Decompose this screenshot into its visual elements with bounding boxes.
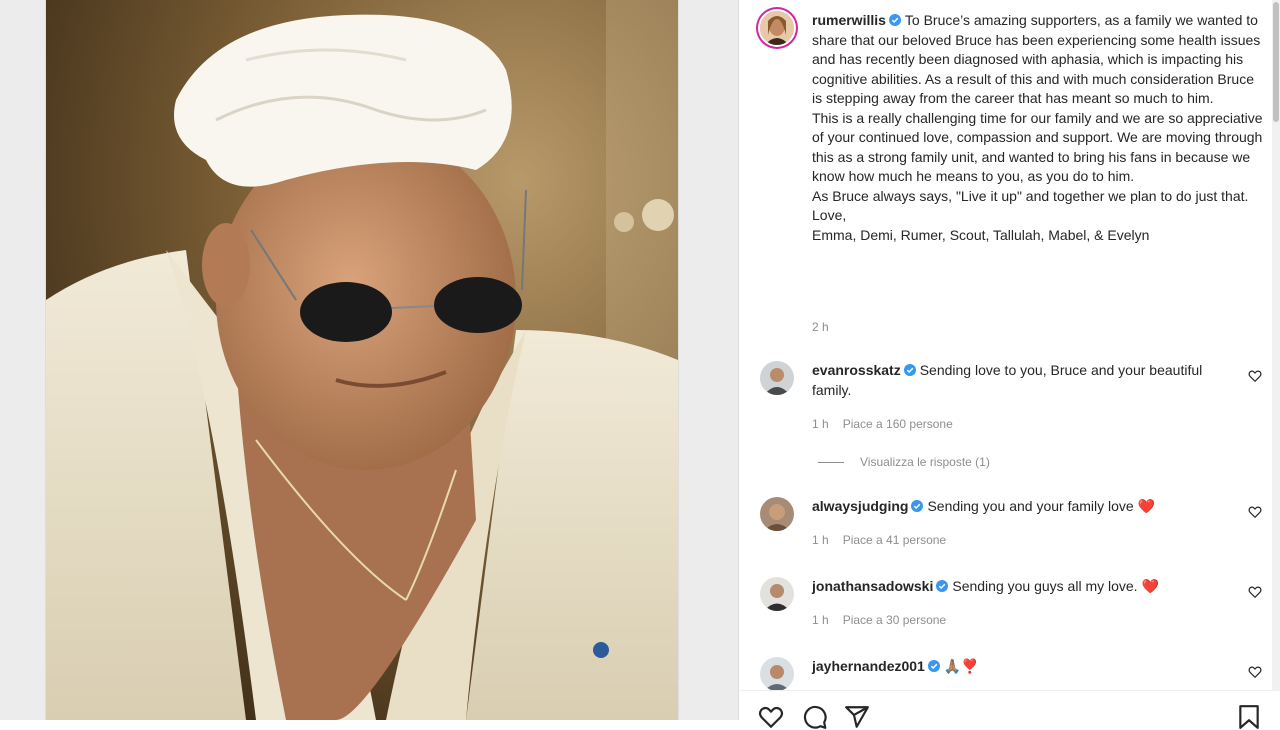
share-icon[interactable] <box>844 704 870 730</box>
caption-paragraph: This is a really challenging time for ou… <box>812 109 1263 185</box>
comment-likes[interactable]: Piace a 41 persone <box>843 533 946 547</box>
heart-icon[interactable] <box>1248 585 1262 599</box>
comment: alwaysjudging Sending you and your family… <box>760 497 1270 557</box>
caption-paragraph: Emma, Demi, Rumer, Scout, Tallulah, Mabe… <box>812 226 1150 243</box>
heart-icon[interactable] <box>1248 665 1262 679</box>
caption-paragraph: As Bruce always says, "Live it up" and t… <box>812 187 1249 204</box>
post-photo-pane <box>0 0 738 720</box>
comment-icon[interactable] <box>802 704 828 730</box>
comment-body: jonathansadowski Sending you guys all my … <box>812 577 1232 597</box>
comment: evanrosskatz Sending love to you, Bruce a… <box>760 361 1270 441</box>
comment: jonathansadowski Sending you guys all my … <box>760 577 1270 637</box>
comment-likes[interactable]: Piace a 160 persone <box>843 417 953 431</box>
comment-time[interactable]: 1 h <box>812 533 829 547</box>
comment-username[interactable]: evanrosskatz <box>812 362 901 378</box>
comment-username[interactable]: jayhernandez001 <box>812 658 925 674</box>
comment-meta: 1 h Piace a 30 persone <box>812 613 960 627</box>
heart-icon[interactable] <box>1248 505 1262 519</box>
comments-scroll-area[interactable]: rumerwillis To Bruce’s amazing supporters… <box>740 0 1272 690</box>
replies-line <box>818 461 844 463</box>
scrollbar[interactable] <box>1272 0 1280 690</box>
verified-icon <box>927 660 940 672</box>
verified-icon <box>936 580 949 592</box>
comment: jayhernandez001 🙏🏽❣️ <box>760 657 1270 690</box>
comment-body: jayhernandez001 🙏🏽❣️ <box>812 657 1232 677</box>
heart-icon[interactable] <box>758 704 784 730</box>
author-avatar[interactable] <box>760 11 794 45</box>
verified-icon <box>911 500 924 512</box>
scrollbar-thumb[interactable] <box>1273 2 1279 122</box>
author-username[interactable]: rumerwillis <box>812 12 886 28</box>
comment-text: 🙏🏽❣️ <box>943 658 979 674</box>
comment-body: alwaysjudging Sending you and your family… <box>812 497 1232 517</box>
comment-text: Sending you and your family love ❤️ <box>927 498 1156 514</box>
heart-icon[interactable] <box>1248 369 1262 383</box>
comment-likes[interactable]: Piace a 30 persone <box>843 613 946 627</box>
caption-paragraph: Love, <box>812 207 847 223</box>
avatar[interactable] <box>760 657 794 690</box>
comment-time[interactable]: 1 h <box>812 417 829 431</box>
avatar[interactable] <box>760 361 794 395</box>
comment-time[interactable]: 1 h <box>812 613 829 627</box>
comment-username[interactable]: jonathansadowski <box>812 578 933 594</box>
verified-icon <box>903 364 916 376</box>
comment-body: evanrosskatz Sending love to you, Bruce a… <box>812 361 1232 400</box>
view-replies-link[interactable]: Visualizza le risposte (1) <box>818 455 990 469</box>
bookmark-icon[interactable] <box>1236 704 1262 730</box>
avatar[interactable] <box>760 497 794 531</box>
post-caption: rumerwillis To Bruce’s amazing supporters… <box>812 11 1267 245</box>
comments-sidebar: rumerwillis To Bruce’s amazing supporters… <box>740 0 1280 729</box>
divider <box>738 0 739 720</box>
photo-illustration <box>46 0 678 720</box>
comment-username[interactable]: alwaysjudging <box>812 498 908 514</box>
post-action-bar <box>740 690 1280 729</box>
comment-text: Sending you guys all my love. ❤️ <box>952 578 1159 594</box>
comment-meta: 1 h Piace a 160 persone <box>812 417 967 431</box>
post-photo[interactable] <box>46 0 678 720</box>
post-time[interactable]: 2 h <box>812 320 829 334</box>
avatar[interactable] <box>760 577 794 611</box>
verified-icon <box>888 14 901 26</box>
view-replies-label: Visualizza le risposte (1) <box>860 455 990 469</box>
comment-meta: 1 h Piace a 41 persone <box>812 533 960 547</box>
